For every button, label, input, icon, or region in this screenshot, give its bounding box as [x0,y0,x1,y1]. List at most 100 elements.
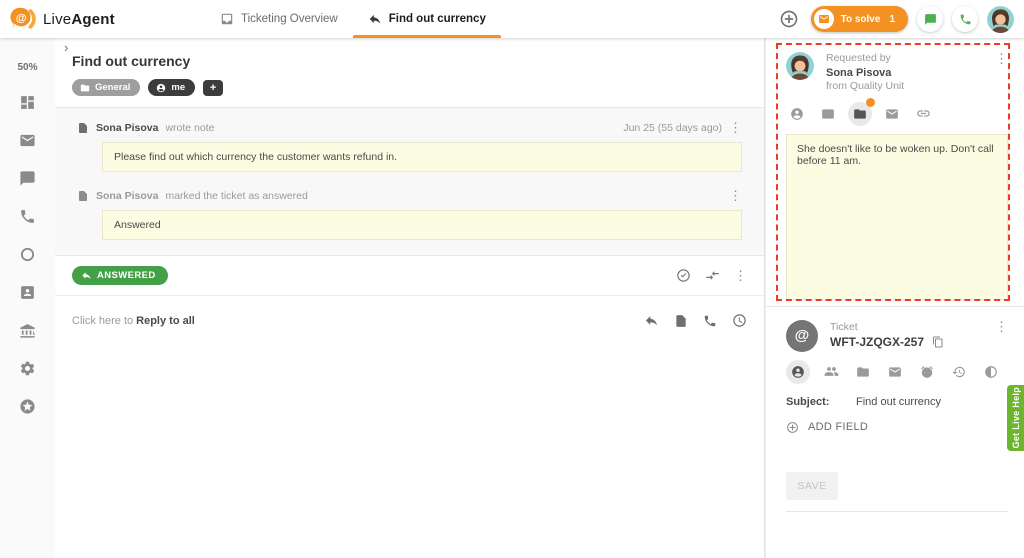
mail-icon [818,13,830,25]
tag-label: me [171,82,185,93]
requester-name[interactable]: Sona Pisova [826,66,904,80]
entry-action: wrote note [165,122,214,134]
tab-mail-icon[interactable] [884,361,906,383]
answered-status-button[interactable]: ANSWERED [72,266,168,285]
star-circle-icon[interactable] [19,398,36,415]
ticket-main-panel: › Find out currency General me + Sona Pi… [55,38,765,558]
timeline-entry-header: Sona Pisova wrote note Jun 25 (55 days a… [77,121,742,134]
ticket-timeline: Sona Pisova wrote note Jun 25 (55 days a… [55,107,764,256]
tab-link-icon[interactable] [912,103,934,125]
expand-chevron-icon[interactable]: › [64,40,68,55]
tab-people-icon[interactable] [820,361,842,383]
brand-text: LiveAgent [43,11,115,28]
entry-action: marked the ticket as answered [165,190,307,202]
more-vert-icon[interactable]: ⋮ [729,189,742,202]
mail-icon[interactable] [19,132,36,149]
phone-icon[interactable] [703,314,717,328]
to-solve-label: To solve [841,14,881,25]
reply-prefix: Click here to [72,315,133,327]
user-avatar[interactable] [987,6,1014,33]
inbox-icon [220,12,234,26]
status-label: ANSWERED [97,270,156,281]
check-circle-icon[interactable] [676,268,691,283]
tab-history-icon[interactable] [948,361,970,383]
dashboard-icon[interactable] [19,94,36,111]
note-icon [77,122,89,134]
ticket-card: @ Ticket WFT-JZQGX-257 ⋮ [766,307,1024,512]
copy-icon[interactable] [932,336,944,348]
reply-to-all-row[interactable]: Click here to Reply to all [55,296,764,345]
more-vert-icon[interactable]: ⋮ [995,52,1008,65]
tab-person-icon[interactable] [786,360,810,384]
tag-general[interactable]: General [72,79,140,96]
tab-notes-icon[interactable] [848,102,872,126]
tab-ticketing-overview[interactable]: Ticketing Overview [205,0,353,38]
usage-percent: 50% [17,62,37,73]
reply-icon [368,12,382,26]
reply-icon[interactable] [644,313,659,328]
note-content: Please find out which currency the custo… [102,142,742,172]
get-live-help-label: Get Live Help [1011,387,1021,448]
gear-icon[interactable] [19,360,36,377]
clock-icon[interactable] [732,313,747,328]
add-field-label: ADD FIELD [808,421,868,433]
more-vert-icon[interactable]: ⋮ [734,269,747,282]
ticket-code: WFT-JZQGX-257 [830,334,924,350]
note-icon [77,190,89,202]
phone-icon [959,13,972,26]
get-live-help-tab[interactable]: Get Live Help [1007,385,1024,451]
tag-me[interactable]: me [148,79,195,96]
note-content: Answered [102,210,742,240]
liveagent-logo[interactable]: @ LiveAgent [0,6,115,32]
reply-action: Reply to all [136,315,195,327]
entry-date: Jun 25 (55 days ago) [623,122,722,134]
tag-row: General me + [72,79,764,96]
tab-card-icon[interactable] [817,103,839,125]
brand-live: Live [43,11,71,28]
status-row: ANSWERED ⋮ [55,256,764,295]
tab-person-icon[interactable] [786,103,808,125]
ticket-title: Find out currency [72,53,764,69]
bank-icon[interactable] [19,322,36,339]
tab-bar: Ticketing Overview Find out currency [205,0,501,38]
liveagent-logo-icon: @ [10,6,36,32]
requester-meta: Requested by Sona Pisova from Quality Un… [826,52,904,94]
requester-tabs [786,102,1008,126]
tab-find-out-currency[interactable]: Find out currency [353,0,501,38]
add-new-button[interactable] [776,6,802,32]
phone-button[interactable] [952,6,978,32]
requester-card: Requested by Sona Pisova from Quality Un… [766,38,1024,300]
left-sidebar: 50% [0,38,55,558]
more-vert-icon[interactable]: ⋮ [995,320,1008,333]
topbar-actions: To solve 1 [776,0,1014,38]
note-icon[interactable] [674,314,688,328]
tab-alarm-icon[interactable] [916,361,938,383]
timeline-entry-header: Sona Pisova marked the ticket as answere… [77,189,742,202]
add-field-button[interactable]: ADD FIELD [786,421,1008,434]
divider [786,511,1008,512]
ticket-label: Ticket [830,320,944,334]
to-solve-button[interactable]: To solve 1 [811,6,908,32]
phone-icon[interactable] [19,208,36,225]
more-vert-icon[interactable]: ⋮ [729,121,742,134]
right-panel: Requested by Sona Pisova from Quality Un… [766,38,1024,558]
circle-ring-icon[interactable] [19,246,36,263]
tab-contrast-icon[interactable] [980,361,1002,383]
chat-button[interactable] [917,6,943,32]
tab-notes-icon[interactable] [852,361,874,383]
save-button[interactable]: SAVE [786,472,838,500]
chat-icon[interactable] [19,170,36,187]
contacts-icon[interactable] [19,284,36,301]
requester-header: Requested by Sona Pisova from Quality Un… [786,52,1008,94]
contact-note[interactable]: She doesn't like to be woken up. Don't c… [786,134,1008,300]
tab-mail-icon[interactable] [881,103,903,125]
plus-circle-icon [786,421,799,434]
subject-label: Subject: [786,396,856,408]
subject-row: Subject: Find out currency [786,396,1008,408]
requester-avatar[interactable] [786,52,814,80]
transfer-icon[interactable] [705,268,720,283]
chat-icon [924,13,937,26]
entry-author: Sona Pisova [96,190,158,202]
add-tag-button[interactable]: + [203,80,223,96]
tag-label: General [95,82,130,93]
